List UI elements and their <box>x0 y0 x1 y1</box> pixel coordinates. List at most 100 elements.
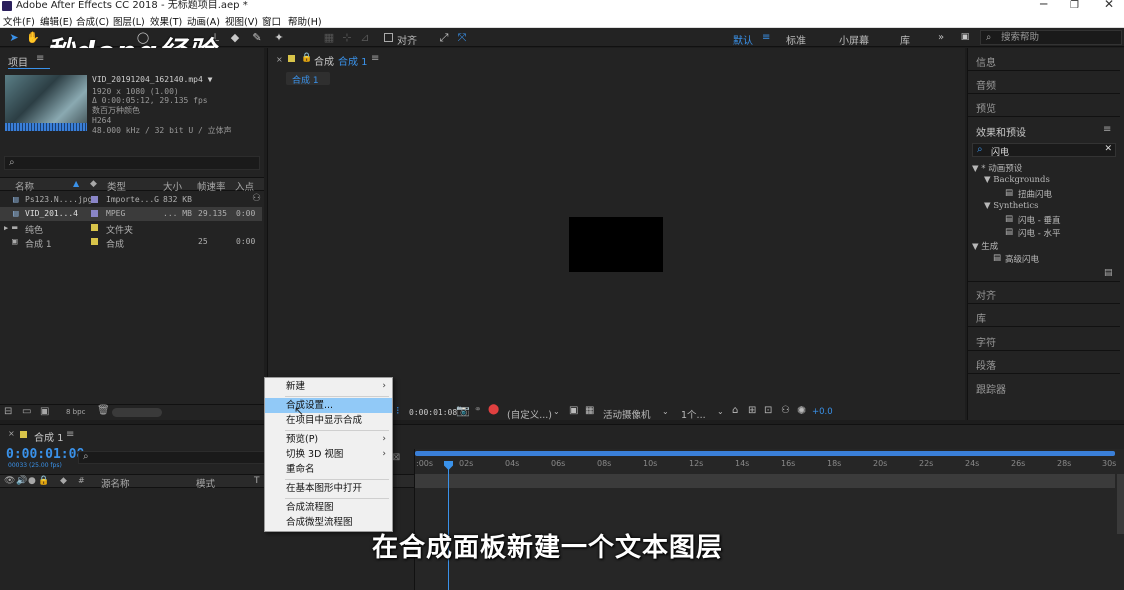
comp-mini-flowchart-icon[interactable]: ⊠ <box>392 452 400 463</box>
info-panel-tab[interactable]: 信息 <box>976 54 996 69</box>
new-folder-icon[interactable]: ▭ <box>22 406 31 417</box>
label-swatch[interactable] <box>91 224 98 231</box>
audio-switch-icon[interactable]: 🔊 <box>16 476 27 486</box>
col-in[interactable]: 入点 <box>235 179 254 193</box>
trash-icon[interactable]: 🗑 <box>97 405 110 416</box>
composition-tab[interactable]: 合成 <box>314 53 334 68</box>
paragraph-panel-tab[interactable]: 段落 <box>976 357 996 372</box>
effects-presets-tab[interactable]: 效果和预设 <box>976 124 1026 139</box>
menu-item-open-essential-graphics[interactable]: 在基本图形中打开 <box>265 481 392 496</box>
maximize-icon[interactable]: ❐ <box>1070 0 1079 12</box>
thumbnail-slider[interactable] <box>112 408 162 417</box>
tracker-panel-tab[interactable]: 跟踪器 <box>976 381 1006 396</box>
work-area-bar[interactable] <box>415 451 1115 456</box>
label-swatch[interactable] <box>91 210 98 217</box>
expand-arrow-icon[interactable]: ▶ <box>4 224 8 232</box>
snap-icon[interactable]: ▦ <box>322 31 336 44</box>
comp-flowchart-icon[interactable]: ⊡ <box>764 405 772 416</box>
new-comp-icon[interactable]: ▣ <box>40 406 49 417</box>
menu-view[interactable]: 视图(V) <box>225 14 258 28</box>
workspace-small-screen[interactable]: 小屏幕 <box>839 32 869 47</box>
resolution-select[interactable]: (自定义...) <box>507 407 552 421</box>
bit-depth-label[interactable]: 8 bpc <box>66 408 85 416</box>
tree-animation-presets[interactable]: ▼ * 动画预设 <box>972 162 1022 174</box>
flowchart-icon[interactable]: ⚇ <box>781 405 790 416</box>
mode-icon[interactable]: ⊿ <box>358 31 372 44</box>
help-search-input[interactable]: ⌕ 搜索帮助 <box>980 30 1122 45</box>
interpret-footage-icon[interactable]: ⊟ <box>4 406 12 417</box>
project-tab[interactable]: 项目 <box>8 54 28 69</box>
tree-distorted-lightning[interactable]: 扭曲闪电 <box>1018 188 1052 200</box>
selection-tool-icon[interactable]: ➤ <box>7 31 21 44</box>
character-panel-tab[interactable]: 字符 <box>976 334 996 349</box>
views-select[interactable]: 1个... <box>681 407 706 421</box>
close-tab-icon[interactable]: × <box>276 55 283 64</box>
snap-grid-icon[interactable]: ⤧ <box>455 31 469 44</box>
sort-up-icon[interactable]: ▲ <box>73 179 79 188</box>
footage-name[interactable]: VID_20191204_162140.mp4 ▼ <box>92 75 212 84</box>
clear-search-icon[interactable]: ✕ <box>1104 144 1112 154</box>
menu-item-comp-flowchart[interactable]: 合成流程图 <box>265 500 392 515</box>
chevron-down-icon[interactable]: ⌄ <box>553 407 560 416</box>
lock-icon[interactable]: 🔒 <box>301 53 312 63</box>
time-ruler-area[interactable] <box>414 449 1124 590</box>
tree-lightning-vertical[interactable]: 闪电 - 垂直 <box>1018 214 1060 226</box>
snapshot-icon[interactable]: 📷 <box>456 404 470 417</box>
menu-file[interactable]: 文件(F) <box>3 14 35 28</box>
col-name[interactable]: 名称 <box>15 179 34 193</box>
col-size[interactable]: 大小 <box>163 179 182 193</box>
tree-backgrounds[interactable]: ▼ Backgrounds <box>984 175 1050 185</box>
workspace-library[interactable]: 库 <box>900 32 910 47</box>
menu-item-preview[interactable]: 预览(P) › <box>265 432 392 447</box>
show-snapshot-icon[interactable]: ⚭ <box>474 405 482 415</box>
axis-icon[interactable]: ⊹ <box>340 31 354 44</box>
eraser-tool-icon[interactable]: ◆ <box>228 31 242 44</box>
close-tab-icon[interactable]: × <box>8 429 15 438</box>
menu-composition[interactable]: 合成(C) <box>76 14 109 28</box>
panel-menu-icon[interactable]: ≡ <box>36 53 44 64</box>
mode-header[interactable]: 模式 <box>196 476 215 490</box>
align-checkbox[interactable] <box>384 33 393 42</box>
solo-icon[interactable]: ● <box>28 476 36 486</box>
fast-preview-icon[interactable]: ⌂ <box>732 405 738 416</box>
timeline-search-input[interactable]: ⌕ <box>78 451 266 464</box>
camera-select[interactable]: 活动摄像机 <box>603 407 651 421</box>
menu-effect[interactable]: 效果(T) <box>150 14 182 28</box>
menu-layer[interactable]: 图层(L) <box>113 14 145 28</box>
menu-edit[interactable]: 编辑(E) <box>40 14 72 28</box>
lock-icon[interactable]: 🔒 <box>38 476 49 486</box>
layer-track-bar[interactable] <box>415 474 1115 488</box>
col-type[interactable]: 类型 <box>107 179 126 193</box>
project-folder-row[interactable]: ▶ ▬ 纯色 文件夹 <box>0 221 262 236</box>
panel-menu-icon[interactable]: ≡ <box>1103 124 1111 135</box>
snap-expand-icon[interactable]: ⤢ <box>437 31 451 44</box>
sync-icon[interactable]: ▣ <box>958 31 972 44</box>
close-icon[interactable]: ✕ <box>1104 0 1114 10</box>
timeline-icon[interactable]: ⊞ <box>748 405 756 416</box>
tree-lightning-horizontal[interactable]: 闪电 - 水平 <box>1018 227 1060 239</box>
hand-tool-icon[interactable]: ✋ <box>26 31 40 44</box>
menu-item-reveal-comp[interactable]: 在项目中显示合成 <box>265 413 392 428</box>
chevron-down-icon[interactable]: ⌄ <box>662 407 669 416</box>
panel-menu-icon[interactable]: ≡ <box>371 53 379 64</box>
label-swatch[interactable] <box>91 196 98 203</box>
project-search-input[interactable]: ⌕ <box>4 156 260 170</box>
region-icon[interactable]: ⁝ <box>396 404 400 417</box>
menu-animation[interactable]: 动画(A) <box>187 14 220 28</box>
roi-icon[interactable]: ▣ <box>569 405 578 416</box>
workspace-default[interactable]: 默认 <box>733 32 753 47</box>
video-switch-icon[interactable]: 👁 <box>4 476 15 486</box>
tree-generate[interactable]: ▼ 生成 <box>972 240 998 252</box>
timeline-scrollbar[interactable] <box>1117 474 1124 534</box>
track-matte-header[interactable]: T <box>254 476 260 486</box>
workspace-menu-icon[interactable]: ≡ <box>762 32 770 43</box>
source-name-header[interactable]: 源名称 <box>101 476 130 490</box>
label-tag-icon[interactable]: ◆ <box>60 476 67 486</box>
effects-search-input[interactable]: ⌕ 闪电 ✕ <box>972 143 1116 158</box>
workspace-standard[interactable]: 标准 <box>786 32 806 47</box>
composition-canvas[interactable] <box>569 217 663 272</box>
transparency-grid-icon[interactable]: ▦ <box>585 405 594 416</box>
col-fps[interactable]: 帧速率 <box>197 179 226 193</box>
audio-panel-tab[interactable]: 音频 <box>976 77 996 92</box>
viewer-current-time[interactable]: 0:00:01:08 <box>409 408 457 417</box>
